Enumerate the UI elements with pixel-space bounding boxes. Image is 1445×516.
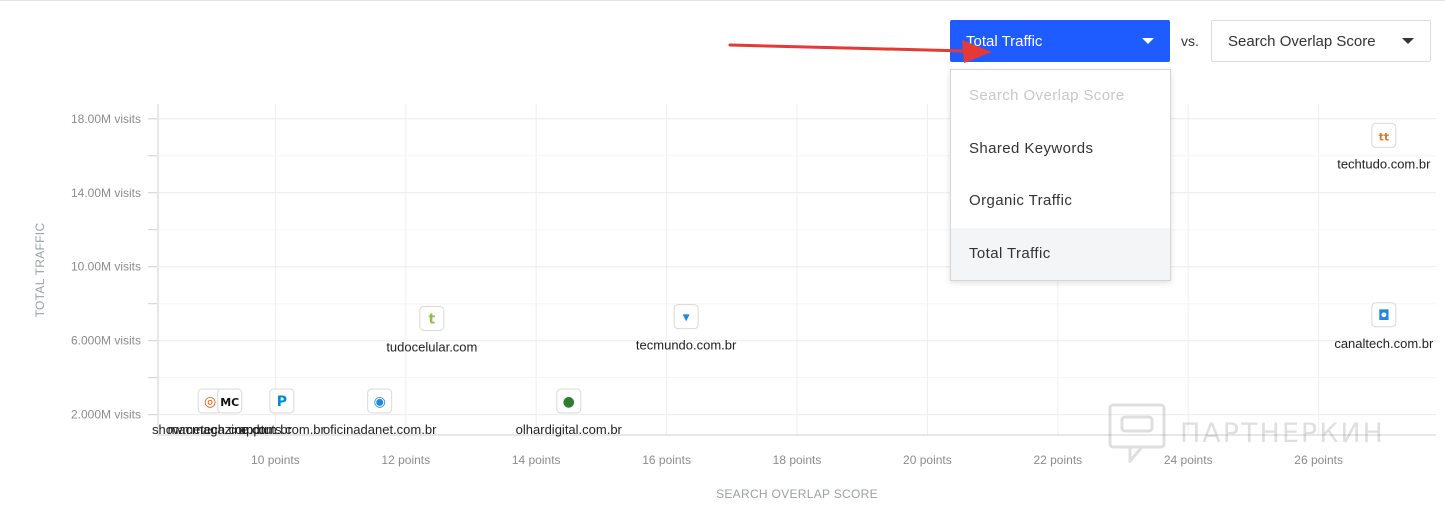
point-label: techtudo.com.br: [1337, 156, 1431, 171]
y-tick-label: 10.00M visits: [71, 260, 141, 274]
y-tick-label: 6.000M visits: [71, 334, 141, 348]
data-point[interactable]: ◘: [1371, 302, 1397, 328]
point-glyph: ◘: [1378, 308, 1390, 324]
data-point[interactable]: P: [269, 388, 295, 414]
data-point[interactable]: ●: [556, 388, 582, 414]
menu-item-search-overlap-score: Search Overlap Score: [969, 87, 1125, 104]
watermark: ПАРТНЕРКИН: [1108, 403, 1385, 463]
chevron-down-icon: [1142, 38, 1154, 44]
y-axis-title: TOTAL TRAFFIC: [33, 223, 47, 318]
y-tick-label: 2.000M visits: [71, 408, 141, 422]
x-tick-label: 16 points: [642, 453, 691, 467]
point-label: olhardigital.com.br: [516, 422, 623, 437]
x-tick-label: 10 points: [251, 453, 300, 467]
x-metric-dropdown[interactable]: Search Overlap Score: [1211, 20, 1431, 62]
data-point[interactable]: ▾: [673, 304, 699, 330]
grid: [158, 104, 1436, 435]
data-points: tt ◘ t ▾ ◉ ● ◎ MC Ptechtudo.com.br canaltech.com.…: [152, 122, 1434, 437]
x-tick-label: 12 points: [381, 453, 430, 467]
x-tick-label: 18 points: [773, 453, 822, 467]
point-label: canaltech.com.br: [1334, 336, 1434, 351]
watermark-text: ПАРТНЕРКИН: [1180, 417, 1385, 449]
y-metric-label: Total Traffic: [966, 32, 1043, 50]
data-point[interactable]: ◉: [367, 388, 393, 414]
point-glyph: MC: [220, 396, 239, 409]
point-label: tudocelular.com: [386, 340, 477, 355]
point-label: tecmundo.com.br: [636, 338, 737, 353]
chevron-down-icon: [1402, 38, 1414, 44]
x-tick-label: 22 points: [1033, 453, 1082, 467]
data-point[interactable]: tt: [1371, 122, 1397, 148]
point-glyph: tt: [1379, 130, 1390, 143]
point-glyph: ◉: [374, 394, 386, 410]
x-axis-title: SEARCH OVERLAP SCORE: [716, 487, 878, 501]
menu-item-total-traffic[interactable]: Total Traffic: [951, 227, 1170, 280]
y-metric-dropdown[interactable]: Total Traffic: [950, 20, 1170, 62]
data-point[interactable]: MC: [217, 388, 243, 414]
y-tick-label: 18.00M visits: [71, 112, 141, 126]
x-metric-label: Search Overlap Score: [1228, 32, 1376, 50]
vs-label: vs.: [1181, 33, 1199, 49]
point-label: oficinadanet.com.br: [323, 422, 437, 437]
y-tick-label: 14.00M visits: [71, 186, 141, 200]
metric-dropdown-menu: Search Overlap Score Shared Keywords Org…: [950, 69, 1171, 281]
partnerkin-logo-icon: [1108, 403, 1166, 463]
data-point[interactable]: t: [419, 306, 445, 332]
x-tick-label: 20 points: [903, 453, 952, 467]
point-label: apptuts.com.br: [239, 422, 326, 437]
menu-item-shared-keywords[interactable]: Shared Keywords: [951, 123, 1170, 176]
point-glyph: ◎: [204, 394, 216, 410]
point-glyph: ▾: [683, 310, 690, 326]
point-glyph: ●: [563, 394, 575, 410]
point-glyph: t: [429, 312, 436, 328]
point-glyph: P: [277, 394, 287, 410]
menu-item-organic-traffic[interactable]: Organic Traffic: [951, 175, 1170, 228]
x-tick-label: 14 points: [512, 453, 561, 467]
